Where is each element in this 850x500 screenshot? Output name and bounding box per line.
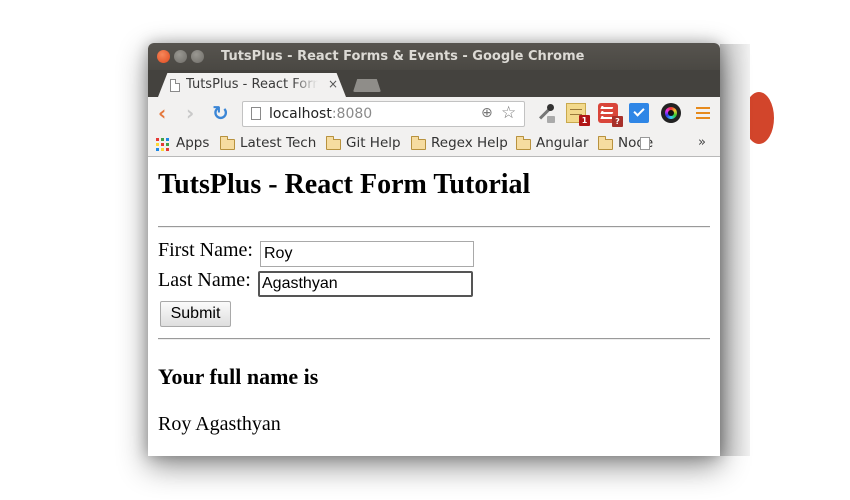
url-port: :8080 [331,106,373,122]
folder-icon [326,136,341,150]
page-heading: TutsPlus - React Form Tutorial [158,169,531,200]
color-picker-extension-icon[interactable] [536,103,556,123]
tab-strip: TutsPlus - React Form × [148,70,720,97]
page-icon [170,79,180,92]
address-bar[interactable]: localhost:8080 ⊕ ☆ [242,101,525,127]
window-title: TutsPlus - React Forms & Events - Google… [221,49,585,64]
back-button[interactable]: ‹ [158,103,166,123]
result-heading: Your full name is [158,364,319,389]
bookmark-apps[interactable]: Apps [176,135,209,151]
submit-button[interactable]: Submit [160,301,231,327]
bookmark-git-help[interactable]: Git Help [346,135,401,151]
new-tab-button[interactable] [353,79,381,92]
browser-window: TutsPlus - React Forms & Events - Google… [148,43,720,456]
last-name-label: Last Name: [158,269,251,291]
full-name-output: Roy Agasthyan [158,413,281,435]
forward-button[interactable]: › [186,103,194,123]
tab-title: TutsPlus - React Form [186,77,318,92]
extension-badge: 1 [579,115,590,126]
folder-icon [411,136,426,150]
folder-icon [516,136,531,150]
page-icon [251,107,261,120]
extension-badge: ? [612,116,623,127]
sticky-notes-extension-icon[interactable]: 1 [566,103,590,126]
window-maximize-button[interactable] [191,50,204,63]
page-content: TutsPlus - React Form Tutorial First Nam… [148,157,720,456]
apps-icon[interactable] [156,138,169,151]
tab-close-icon[interactable]: × [328,77,338,91]
url-host: localhost [269,106,332,122]
divider [158,226,710,228]
first-name-input[interactable] [260,241,474,267]
bookmark-latest-tech[interactable]: Latest Tech [240,135,316,151]
checkmark-extension-icon[interactable] [629,103,649,123]
url-text[interactable]: localhost:8080 [269,106,372,122]
window-close-button[interactable] [157,50,170,63]
folder-icon [220,136,235,150]
bookmark-star-icon[interactable]: ☆ [501,103,516,123]
zoom-icon[interactable]: ⊕ [481,105,493,121]
bookmark-regex-help[interactable]: Regex Help [431,135,508,151]
bookmarks-bar: Apps Latest Tech Git Help Regex Help Ang… [148,131,720,157]
divider [158,338,710,340]
bookmark-angular[interactable]: Angular [536,135,589,151]
title-bar: TutsPlus - React Forms & Events - Google… [148,43,720,70]
folder-icon [598,136,613,150]
first-name-label: First Name: [158,239,253,261]
page-icon[interactable] [640,137,650,150]
tab-active[interactable]: TutsPlus - React Form × [158,73,346,97]
more-bookmarks-button[interactable]: » [698,135,706,150]
reload-button[interactable]: ↻ [212,103,229,123]
toolbar: ‹ › ↻ localhost:8080 ⊕ ☆ 1 ? [148,97,720,131]
window-minimize-button[interactable] [174,50,187,63]
todoist-extension-icon[interactable]: ? [598,103,623,127]
background-shade [720,44,750,456]
last-name-input[interactable] [258,271,473,297]
chrome-menu-icon[interactable] [696,107,710,119]
camera-extension-icon[interactable] [661,103,681,123]
